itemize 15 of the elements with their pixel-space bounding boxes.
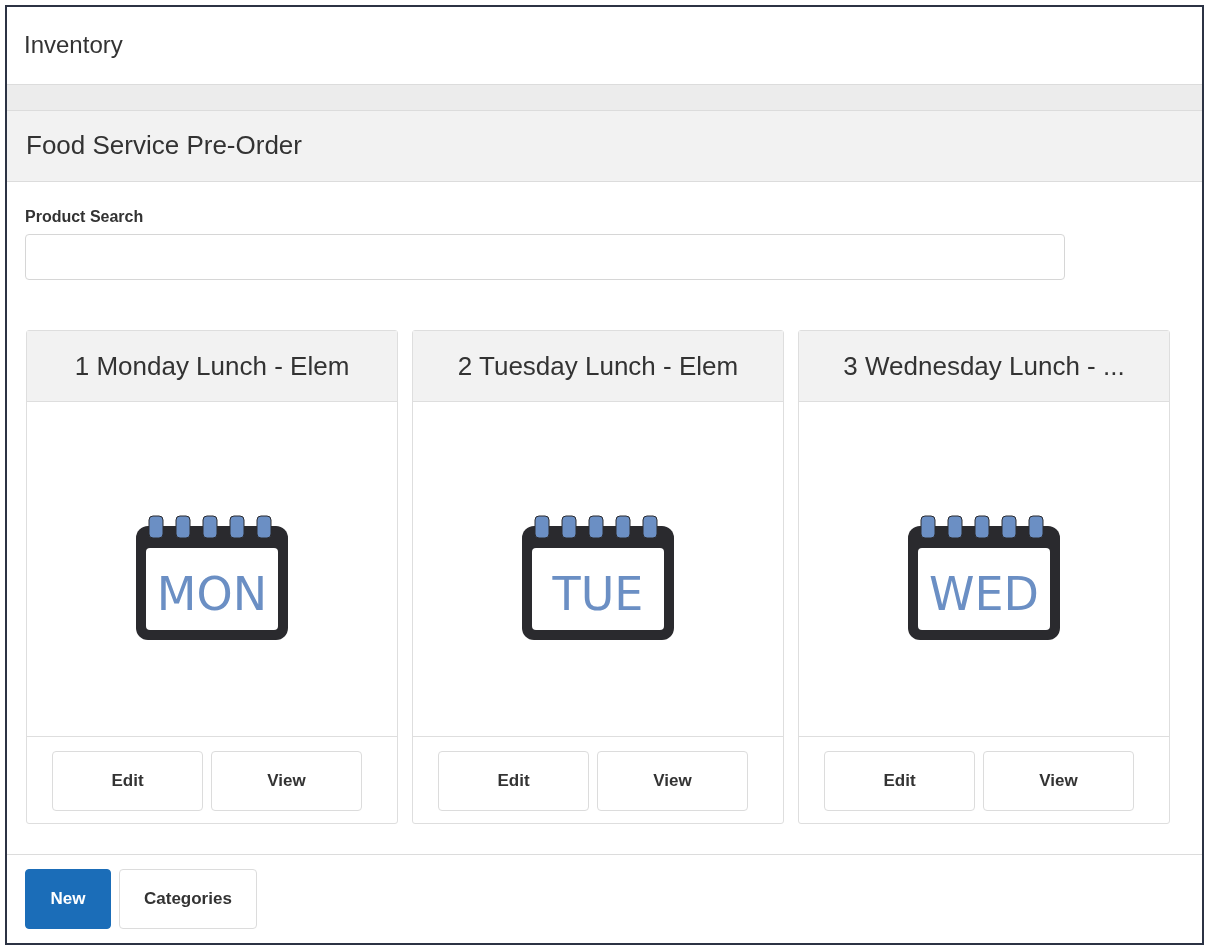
categories-button[interactable]: Categories <box>119 869 257 929</box>
field-label: Product Search <box>25 208 145 226</box>
edit-button[interactable]: Edit <box>52 751 203 811</box>
view-button[interactable]: View <box>211 751 362 811</box>
card-header: 1 Monday Lunch - Elem <box>27 331 397 402</box>
edit-button[interactable]: Edit <box>824 751 975 811</box>
section-header: Food Service Pre-Order <box>7 110 1202 182</box>
card-header: 2 Tuesday Lunch - Elem <box>413 331 783 402</box>
search-field[interactable] <box>25 234 1065 280</box>
view-button[interactable]: View <box>597 751 748 811</box>
card-header: 3 Wednesday Lunch - ... <box>799 331 1169 402</box>
edit-button[interactable]: Edit <box>438 751 589 811</box>
view-button[interactable]: View <box>983 751 1134 811</box>
new-button[interactable]: New <box>25 869 111 929</box>
page-title: Inventory <box>24 31 123 60</box>
